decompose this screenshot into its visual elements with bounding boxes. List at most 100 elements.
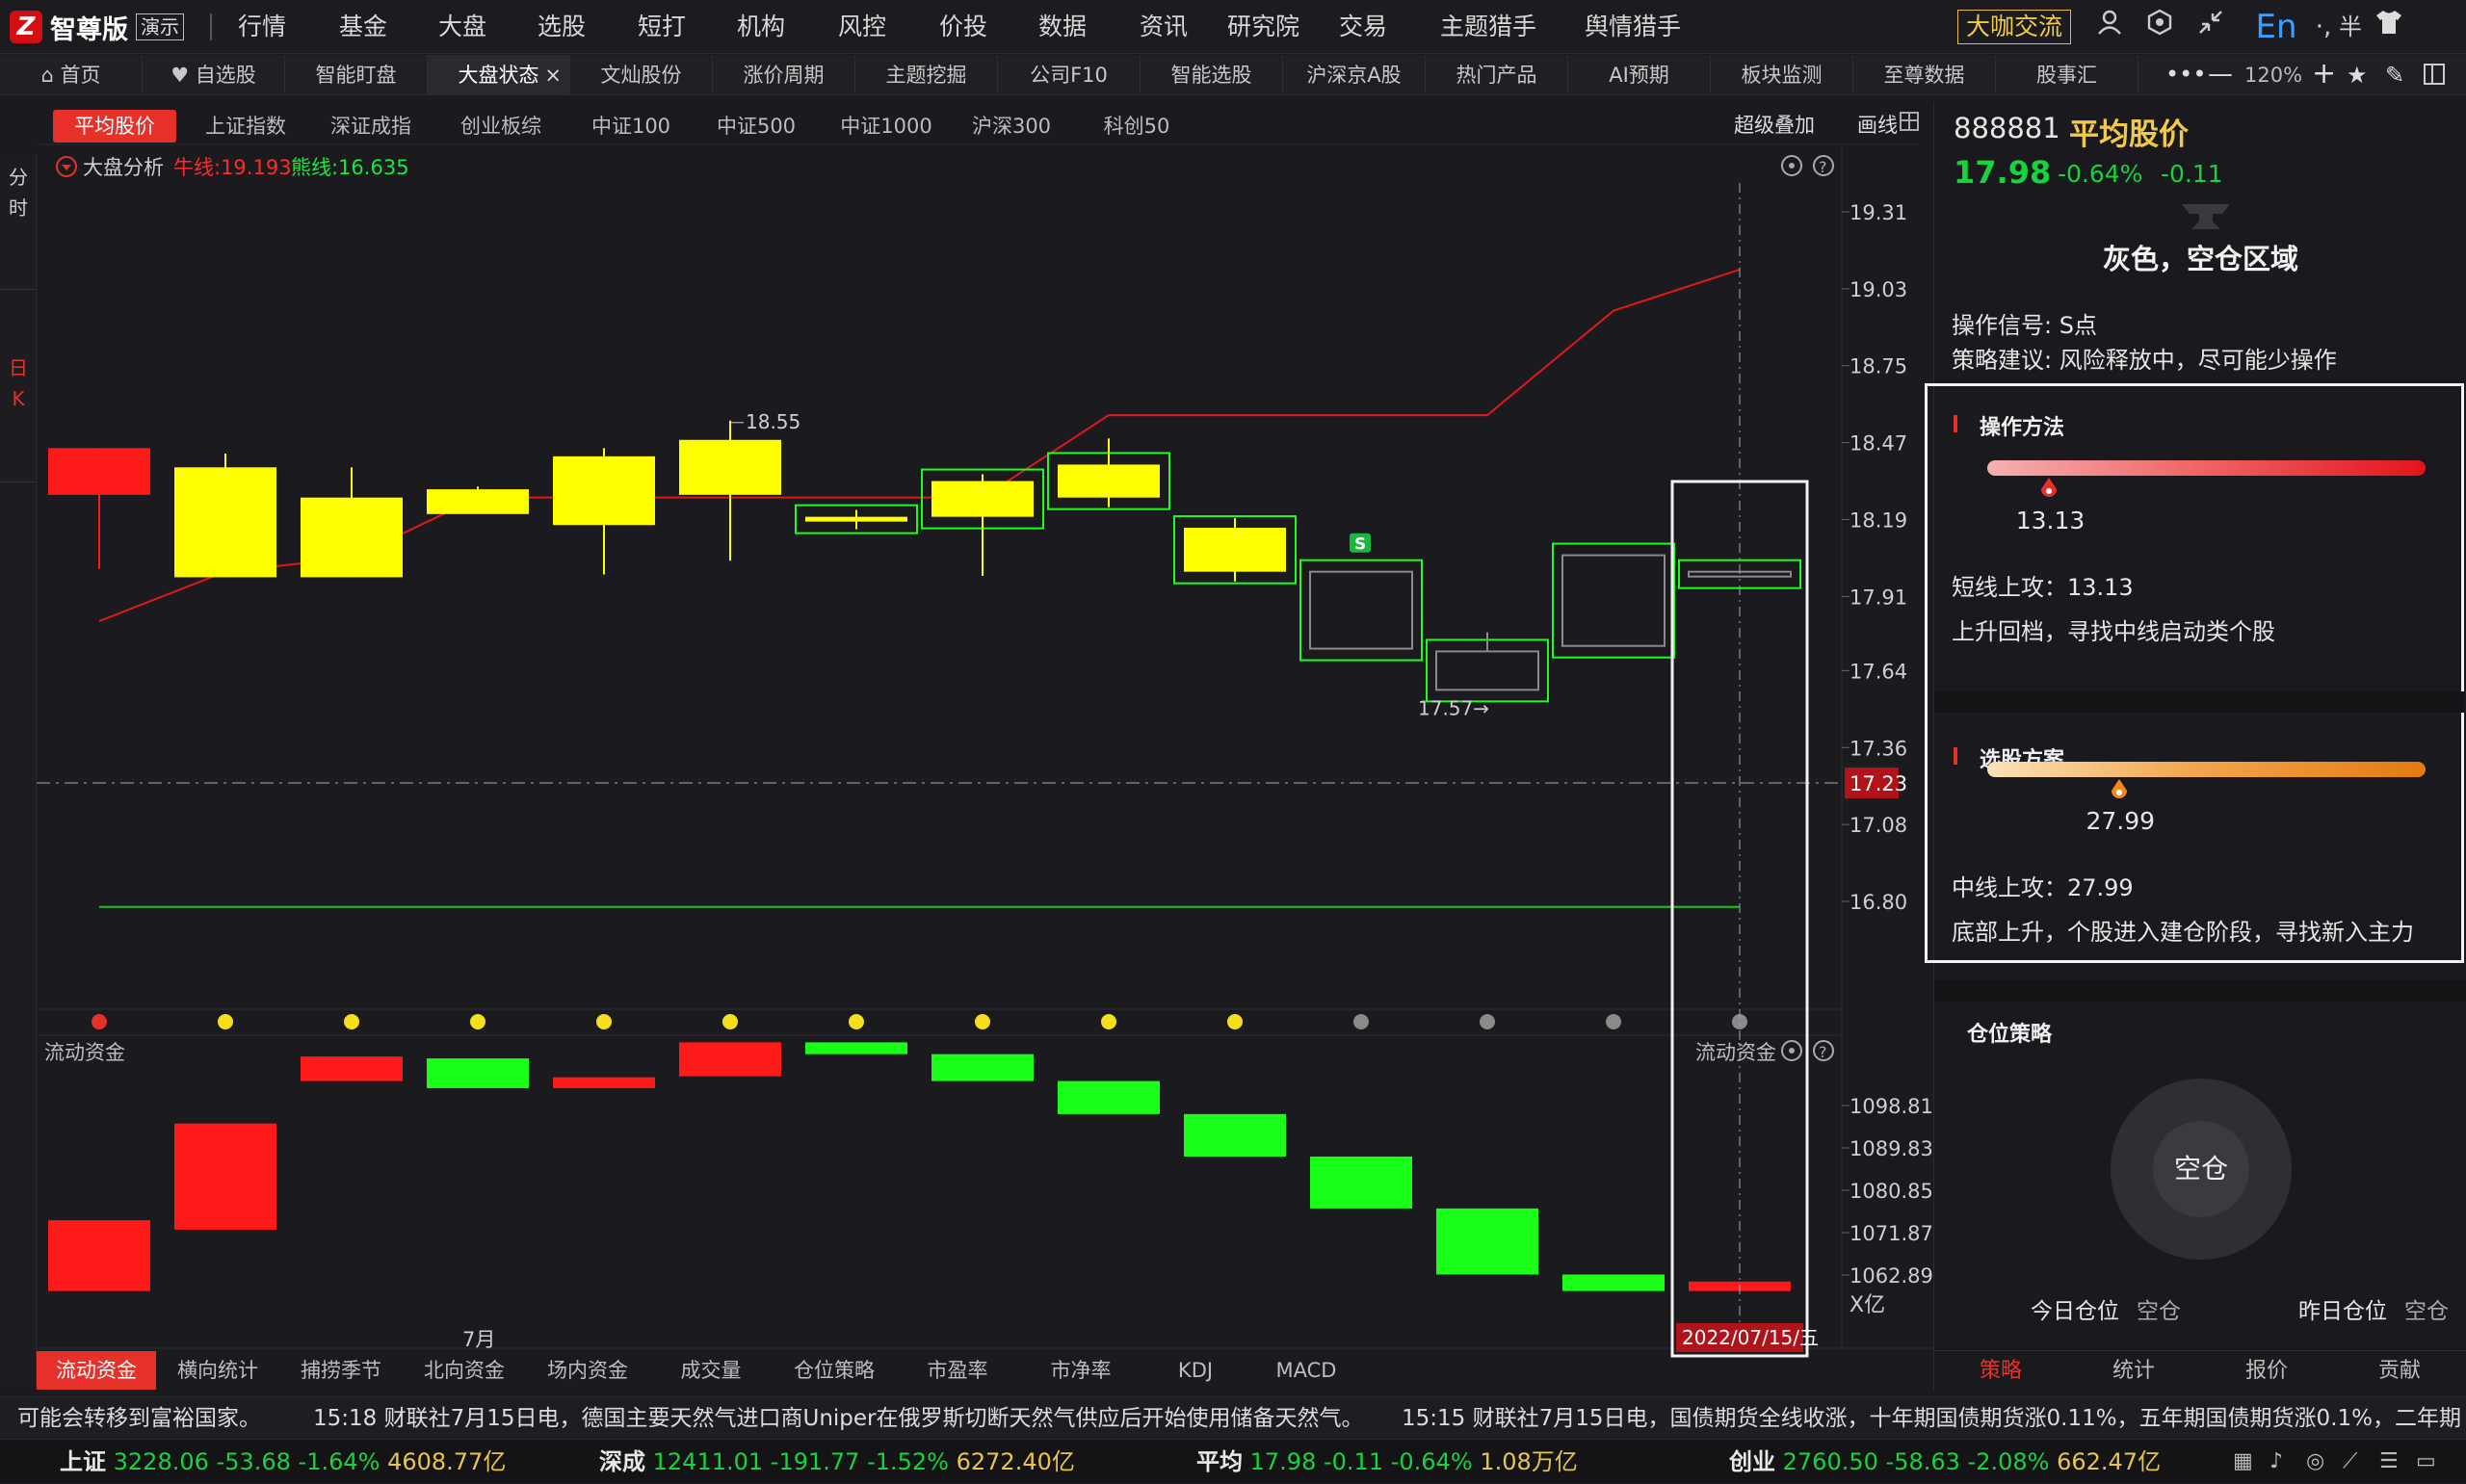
method-pin-icon bbox=[2038, 478, 2059, 499]
status-change: -58.63 bbox=[1885, 1448, 1960, 1475]
indicator-tab-volume[interactable]: 成交量 bbox=[649, 1351, 773, 1390]
target-icon[interactable]: ◎ bbox=[2306, 1440, 2324, 1484]
signal-dot bbox=[975, 1014, 990, 1029]
indicator-tab-north[interactable]: 北向资金 bbox=[403, 1351, 526, 1390]
method-value: 13.13 bbox=[2015, 507, 2086, 534]
status-change: -191.77 bbox=[770, 1448, 860, 1475]
flow-bar bbox=[1058, 1080, 1160, 1114]
status-value: 17.98 bbox=[1249, 1448, 1317, 1475]
indicator-tab-onfloor[interactable]: 场内资金 bbox=[526, 1351, 649, 1390]
flow-y-axis: 1098.81 1089.83 1080.85 1071.87 1062.89 X亿 bbox=[1842, 1095, 1933, 1317]
signal-dot bbox=[849, 1014, 864, 1029]
signal-dot bbox=[1227, 1014, 1243, 1029]
indicator-tab-flow[interactable]: 流动资金 bbox=[37, 1351, 156, 1390]
y-tick-label: 17.64 bbox=[1850, 660, 1907, 683]
panel-tab-strategy[interactable]: 策略 bbox=[1934, 1352, 2067, 1391]
current-price-label: 17.23 bbox=[1850, 772, 1907, 795]
flow-bars bbox=[48, 1042, 1791, 1291]
news-ticker[interactable]: 可能会转移到富裕国家。 15:18 财联社7月15日电，德国主要天然气进口商Un… bbox=[0, 1396, 2466, 1439]
strategy-panel: 888881 平均股价 17.98 -0.64% -0.11 灰色，空仓区域 操… bbox=[1925, 102, 2466, 1391]
window-icon[interactable]: ▭ bbox=[2416, 1440, 2436, 1484]
signal-dot bbox=[1353, 1014, 1369, 1029]
s-marker-label: S bbox=[1354, 535, 1366, 555]
news-item[interactable]: 15:18 财联社7月15日电，德国主要天然气进口商Uniper在俄罗斯切断天然… bbox=[313, 1397, 1364, 1439]
y-tick-label: 17.08 bbox=[1850, 814, 1907, 837]
flow-bar bbox=[931, 1054, 1034, 1081]
divider bbox=[1934, 1350, 2466, 1351]
trend-icon[interactable]: ⟋ bbox=[2343, 1440, 2357, 1484]
stock-pct: -0.64% bbox=[2058, 160, 2143, 188]
settings-hex-icon[interactable] bbox=[2140, 8, 2179, 46]
panel-tab-contrib[interactable]: 贡献 bbox=[2333, 1352, 2466, 1391]
half-width-icon[interactable]: 半 bbox=[2331, 8, 2370, 46]
signal-dot bbox=[470, 1014, 485, 1029]
strategy-advice: 策略建议: 风险释放中，尽可能少操作 bbox=[1952, 347, 2337, 374]
chart-canvas[interactable]: 大盘分析 牛线:19.193 熊线:16.635 ? 19.31 19.03 18.… bbox=[0, 0, 1933, 1396]
flow-bar bbox=[1562, 1274, 1665, 1291]
shrink-icon[interactable] bbox=[2191, 8, 2230, 46]
indicator-tab-position[interactable]: 仓位策略 bbox=[773, 1351, 896, 1390]
status-cyb[interactable]: 创业 2760.50 -58.63 -2.08% 662.47亿 bbox=[1729, 1440, 2161, 1484]
flow-title-right: 流动资金 bbox=[1695, 1041, 1776, 1064]
panel-tab-quote[interactable]: 报价 bbox=[2200, 1352, 2333, 1391]
y-tick-label: 17.91 bbox=[1850, 586, 1907, 609]
shirt-icon[interactable] bbox=[2370, 8, 2408, 46]
high-label: 18.55 bbox=[746, 410, 800, 433]
zoom-in-icon[interactable]: + bbox=[2312, 55, 2336, 93]
news-item[interactable]: 可能会转移到富裕国家。 bbox=[17, 1397, 261, 1439]
news-item[interactable]: 15:15 财联社7月15日电，国债期货全线收涨，十年期国债期货涨0.11%，五… bbox=[1402, 1397, 2461, 1439]
list-icon[interactable]: ☰ bbox=[2379, 1440, 2399, 1484]
user-icon[interactable] bbox=[2090, 8, 2129, 46]
zone-status: 灰色，空仓区域 bbox=[2102, 243, 2298, 275]
bell-icon[interactable]: ♪ bbox=[2269, 1440, 2283, 1484]
zoom-out-icon[interactable]: — bbox=[2208, 55, 2233, 93]
status-value: 2760.50 bbox=[1782, 1448, 1878, 1475]
dakajiaoliu-button[interactable]: 大咖交流 bbox=[1957, 10, 2071, 44]
signal-dot bbox=[92, 1014, 107, 1029]
chevron-down-icon bbox=[62, 165, 71, 170]
method-bar bbox=[1987, 460, 2426, 476]
flow-bar bbox=[301, 1056, 403, 1081]
y-tick-label: 19.03 bbox=[1850, 278, 1907, 301]
status-amount: 6272.40亿 bbox=[956, 1448, 1075, 1475]
indicator-tab-pb[interactable]: 市净率 bbox=[1019, 1351, 1142, 1390]
stock-price: 17.98 bbox=[1954, 154, 2052, 191]
pick-desc: 底部上升，个股进入建仓阶段，寻找新入主力 bbox=[1952, 919, 2414, 946]
y-tick-label: 19.31 bbox=[1850, 201, 1907, 224]
section-gap bbox=[1934, 980, 2466, 1002]
tab-stock-talk[interactable]: 股事汇 bbox=[1996, 55, 2138, 95]
layout-icon[interactable] bbox=[2424, 64, 2445, 85]
y-tick-label: 18.19 bbox=[1850, 508, 1907, 532]
indicator-tab-pe[interactable]: 市盈率 bbox=[896, 1351, 1019, 1390]
language-en-icon[interactable]: En bbox=[2252, 8, 2300, 46]
status-change: -53.68 bbox=[216, 1448, 291, 1475]
more-icon[interactable]: ••• bbox=[2165, 55, 2206, 93]
status-value: 12411.01 bbox=[652, 1448, 764, 1475]
edit-icon[interactable]: ✎ bbox=[2385, 55, 2404, 95]
candle-body bbox=[1561, 554, 1666, 647]
stock-chg: -0.11 bbox=[2161, 160, 2223, 188]
flow-y-tick-label: 1071.87 bbox=[1850, 1222, 1933, 1245]
indicator-tab-kdj[interactable]: KDJ bbox=[1142, 1351, 1248, 1390]
status-sh[interactable]: 上证 3228.06 -53.68 -1.64% 4608.77亿 bbox=[60, 1440, 506, 1484]
status-sz[interactable]: 深成 12411.01 -191.77 -1.52% 6272.40亿 bbox=[599, 1440, 1075, 1484]
flow-title: 流动资金 bbox=[44, 1041, 125, 1064]
candle-body bbox=[301, 497, 403, 578]
bear-line-label: 熊线:16.635 bbox=[291, 156, 409, 179]
position-ring: 空仓 bbox=[2111, 1079, 2292, 1260]
indicator-tab-horizontal[interactable]: 横向统计 bbox=[156, 1351, 279, 1390]
candle-body bbox=[931, 481, 1034, 517]
indicator-tab-macd[interactable]: MACD bbox=[1248, 1351, 1364, 1390]
flow-settings-dot bbox=[1789, 1048, 1795, 1054]
flow-bar bbox=[805, 1042, 907, 1054]
star-icon[interactable]: ★ bbox=[2347, 55, 2368, 95]
calendar-icon[interactable]: ▦ bbox=[2233, 1440, 2253, 1484]
method-title: 操作方法 bbox=[1980, 416, 2065, 440]
status-percent: -2.08% bbox=[1967, 1448, 2050, 1475]
candle-body bbox=[805, 516, 907, 522]
status-name: 创业 bbox=[1729, 1448, 1775, 1475]
indicator-tab-fishing[interactable]: 捕捞季节 bbox=[279, 1351, 403, 1390]
panel-tab-stats[interactable]: 统计 bbox=[2067, 1352, 2200, 1391]
status-avg[interactable]: 平均 17.98 -0.11 -0.64% 1.08万亿 bbox=[1196, 1440, 1578, 1484]
signal-dot bbox=[1480, 1014, 1495, 1029]
